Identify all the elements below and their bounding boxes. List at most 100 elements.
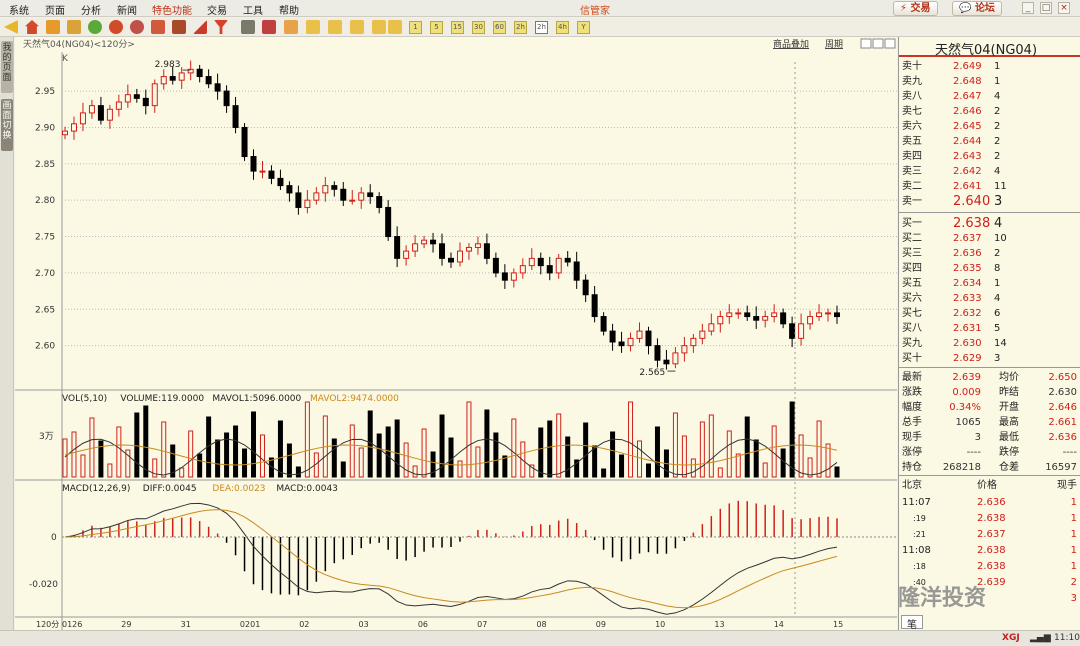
- page-icon[interactable]: [46, 20, 60, 34]
- order-book-row[interactable]: 买五 2.634 1: [899, 276, 1080, 291]
- period-year-button[interactable]: Y: [577, 21, 590, 34]
- order-book-row[interactable]: 卖六 2.645 2: [899, 119, 1080, 134]
- order-book-row[interactable]: 买九 2.630 14: [899, 336, 1080, 351]
- order-book-row[interactable]: 卖八 2.647 4: [899, 89, 1080, 104]
- pen-icon[interactable]: [193, 20, 207, 34]
- time-axis-label: 10: [655, 620, 665, 629]
- period-4h-button[interactable]: 4h: [556, 21, 569, 34]
- overlay-link[interactable]: 商品叠加: [773, 38, 809, 50]
- season-chart-icon[interactable]: [388, 20, 402, 34]
- candle-body: [340, 188, 347, 201]
- volume-bar: [753, 439, 759, 478]
- order-book-row[interactable]: 卖二 2.641 11: [899, 179, 1080, 194]
- volume-bar: [358, 447, 364, 478]
- menu-news[interactable]: 新闻: [117, 2, 137, 17]
- order-book-row[interactable]: 卖五 2.644 2: [899, 134, 1080, 149]
- period-2h-button[interactable]: 2h: [514, 21, 527, 34]
- volume-bar: [188, 430, 194, 478]
- tick-chart-icon[interactable]: [306, 20, 320, 34]
- home-icon[interactable]: [25, 20, 39, 34]
- price-tick-label: 2.80: [35, 196, 55, 206]
- order-price: 2.635: [953, 263, 982, 274]
- period-5-button[interactable]: 5: [430, 21, 443, 34]
- menu-features[interactable]: 特色功能: [152, 2, 192, 17]
- candle-body: [169, 76, 176, 81]
- period-2h-selected-button[interactable]: 2h: [535, 21, 548, 34]
- week-chart-icon[interactable]: [350, 20, 364, 34]
- order-book-row[interactable]: 卖四 2.643 2: [899, 149, 1080, 164]
- stat-label: 涨跌: [902, 387, 922, 398]
- sidebar-tab-my-page[interactable]: 我的页面: [1, 41, 13, 93]
- macd-lower-label: -0.020: [29, 580, 58, 590]
- order-book-row[interactable]: 买六 2.633 4: [899, 291, 1080, 306]
- order-book-row[interactable]: 买一 2.638 4: [899, 216, 1080, 231]
- candle-body: [762, 316, 769, 321]
- order-book-row[interactable]: 买三 2.636 2: [899, 246, 1080, 261]
- order-book-row[interactable]: 买十 2.629 3: [899, 351, 1080, 366]
- chart-area[interactable]: 天然气04(NG04)<120分> K 商品叠加 周期 2.95 2.90 2.85…: [15, 37, 897, 630]
- candle-body: [483, 243, 490, 259]
- candle-body: [250, 156, 257, 172]
- stat-value: 0.009: [952, 387, 981, 398]
- table-icon[interactable]: [241, 20, 255, 34]
- period-15-button[interactable]: 15: [451, 21, 464, 34]
- volume-bar: [744, 416, 750, 478]
- back-arrow-icon[interactable]: [4, 20, 18, 34]
- candle-body: [807, 316, 814, 325]
- volume-bar: [816, 420, 822, 478]
- period-60-button[interactable]: 60: [493, 21, 506, 34]
- menu-system[interactable]: 系统: [9, 2, 29, 17]
- zoom-out-icon[interactable]: [130, 20, 144, 34]
- order-book-row[interactable]: 买八 2.631 5: [899, 321, 1080, 336]
- forum-button[interactable]: 💬 论坛: [952, 1, 1002, 16]
- menu-help[interactable]: 帮助: [279, 2, 299, 17]
- volume-bar: [233, 425, 239, 478]
- candlestick-series: [62, 60, 840, 617]
- order-label: 卖六: [902, 121, 922, 132]
- split-icon[interactable]: [872, 38, 884, 49]
- menu-analysis[interactable]: 分析: [81, 2, 101, 17]
- order-book-row[interactable]: 买二 2.637 10: [899, 231, 1080, 246]
- draw-icon[interactable]: [172, 20, 186, 34]
- legend-entry: MAVOL1:5096.0000: [212, 394, 301, 404]
- layout-icon[interactable]: [860, 38, 872, 49]
- menu-page[interactable]: 页面: [45, 2, 65, 17]
- tick-tab[interactable]: 笔: [901, 615, 923, 631]
- order-book-row[interactable]: 卖十 2.649 1: [899, 59, 1080, 74]
- dea-line: [64, 509, 838, 609]
- month-chart-icon[interactable]: [372, 20, 386, 34]
- minute-chart-icon[interactable]: [284, 20, 298, 34]
- zoom-in-icon[interactable]: [109, 20, 123, 34]
- period-30-button[interactable]: 30: [472, 21, 485, 34]
- expand-icon[interactable]: [884, 38, 896, 49]
- volume-bar: [726, 430, 732, 478]
- sidebar-tab-switch[interactable]: 画面切换: [1, 99, 13, 151]
- maximize-icon[interactable]: □: [1040, 2, 1052, 14]
- period-link[interactable]: 周期: [825, 39, 843, 50]
- volume-bar: [331, 438, 337, 478]
- kline-icon[interactable]: [262, 20, 276, 34]
- order-book-row[interactable]: 卖一 2.640 3: [899, 194, 1080, 209]
- volume-bar: [771, 425, 777, 478]
- order-book-row[interactable]: 卖三 2.642 4: [899, 164, 1080, 179]
- chart-canvas[interactable]: 天然气04(NG04)<120分> K 商品叠加 周期 2.95 2.90 2.85…: [15, 37, 897, 630]
- day-chart-icon[interactable]: [328, 20, 342, 34]
- refresh-icon[interactable]: [88, 20, 102, 34]
- menu-tools[interactable]: 工具: [243, 2, 263, 17]
- chart-type-icon[interactable]: [151, 20, 165, 34]
- order-book-row[interactable]: 买四 2.635 8: [899, 261, 1080, 276]
- trade-button[interactable]: ⚡ 交易: [893, 1, 938, 16]
- period-1-button[interactable]: 1: [409, 21, 422, 34]
- filter-icon[interactable]: [214, 20, 228, 34]
- candle-body: [645, 330, 652, 347]
- close-icon[interactable]: ×: [1058, 2, 1070, 14]
- legend-entry: DEA:0.0023: [212, 484, 265, 494]
- minimize-icon[interactable]: _: [1022, 2, 1034, 14]
- folder-icon[interactable]: [67, 20, 81, 34]
- order-book-row[interactable]: 买七 2.632 6: [899, 306, 1080, 321]
- order-book-row[interactable]: 卖七 2.646 2: [899, 104, 1080, 119]
- time-axis-label: 31: [181, 620, 191, 629]
- menu-trade[interactable]: 交易: [207, 2, 227, 17]
- candle-body: [546, 265, 553, 274]
- order-book-row[interactable]: 卖九 2.648 1: [899, 74, 1080, 89]
